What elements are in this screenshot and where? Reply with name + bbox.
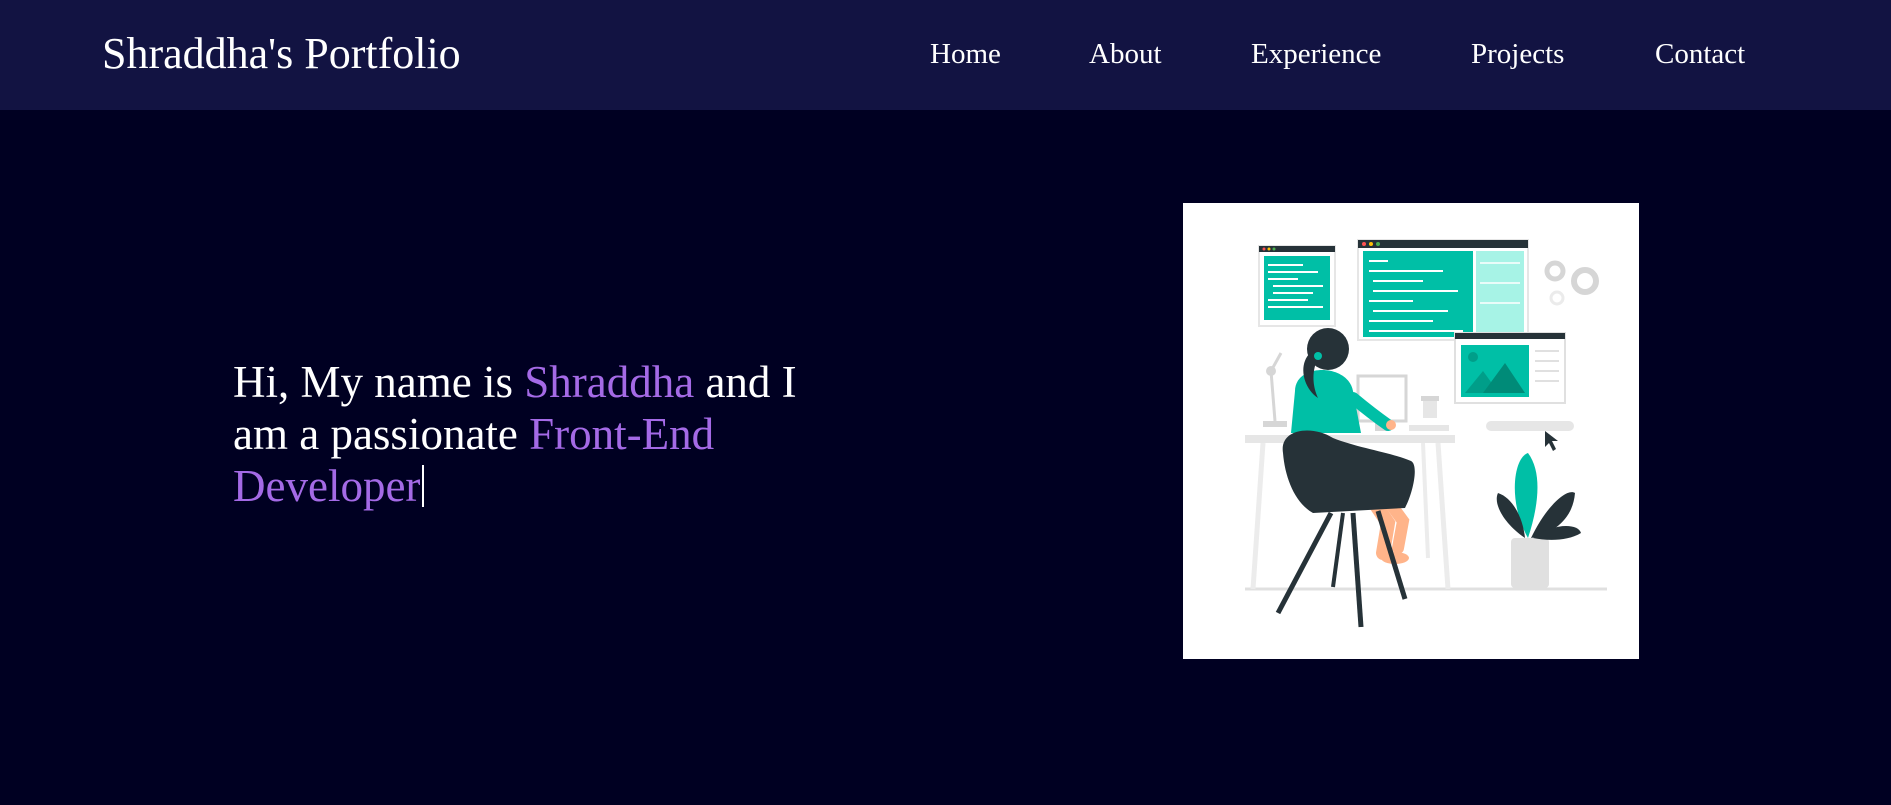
nav-link-projects[interactable]: Projects [1471,36,1564,72]
navbar: Shraddha's Portfolio Home About Experien… [0,0,1891,110]
nav-link-contact[interactable]: Contact [1655,36,1745,72]
nav-link-home[interactable]: Home [930,36,1001,72]
brand-title[interactable]: Shraddha's Portfolio [102,24,461,84]
hero-name: Shraddha [524,357,695,407]
nav-link-experience[interactable]: Experience [1251,36,1381,72]
hero-intro-text: Hi, My name is [233,357,525,407]
nav-link-about[interactable]: About [1089,36,1162,72]
developer-at-desk-icon [1245,239,1607,628]
hero-heading: Hi, My name is Shraddha and I am a passi… [233,356,853,512]
typing-caret [422,465,425,507]
developer-illustration [1183,203,1639,659]
